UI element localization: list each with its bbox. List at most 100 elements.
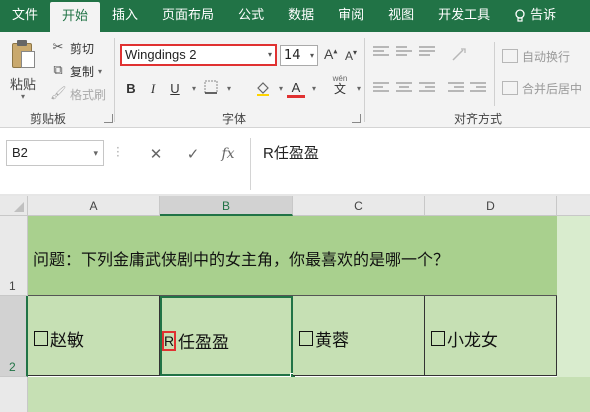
font-launcher-icon[interactable] (352, 114, 361, 123)
merge-center-button[interactable]: 合并后居中 (502, 78, 582, 98)
phonetic-guide-button[interactable]: wén 文 (328, 74, 352, 102)
formula-bar: B2 ▾ · · · ✕ ✓ fx R任盈盈 (0, 128, 590, 196)
chevron-down-icon[interactable]: ▾ (268, 46, 272, 64)
tab-formulas[interactable]: 公式 (226, 0, 276, 32)
format-painter-label: 格式刷 (70, 87, 107, 102)
font-name-value: Wingdings 2 (125, 47, 197, 62)
row-3-cells[interactable] (28, 377, 590, 412)
cell-c2-text: 黄蓉 (315, 331, 349, 351)
column-header-c[interactable]: C (293, 196, 425, 216)
align-top-icon[interactable] (373, 46, 389, 60)
insert-function-icon[interactable]: fx (218, 144, 238, 164)
cancel-icon[interactable]: ✕ (146, 144, 166, 164)
row-header-2[interactable]: 2 (0, 296, 28, 377)
align-middle-icon[interactable] (396, 46, 412, 60)
ribbon-home: 粘贴 ▾ ✂ 剪切 ⧉ 复制 ▾ 🖌 格式刷 剪贴板 Wingdings 2 ▾… (0, 32, 590, 128)
fill-color-button[interactable] (254, 80, 272, 98)
tell-me-label: 告诉 (530, 8, 557, 23)
tab-view[interactable]: 视图 (376, 0, 426, 32)
chevron-down-icon[interactable]: ▾ (4, 93, 42, 101)
column-header-a[interactable]: A (28, 196, 160, 216)
formula-bar-splitter[interactable]: · · · (116, 142, 120, 162)
row-header-1-label: 1 (9, 279, 16, 293)
cell-a1-merged[interactable]: 问题：下列金庸武侠剧中的女主角，你最喜欢的是哪一个？ (28, 216, 557, 296)
decrease-indent-icon[interactable] (448, 82, 464, 96)
cell-c2[interactable]: 黄蓉 (293, 296, 425, 376)
tab-developer[interactable]: 开发工具 (426, 0, 502, 32)
alignment-group-label: 对齐方式 (454, 112, 503, 126)
grow-font-button[interactable]: A▴ (324, 46, 337, 62)
select-all-button[interactable] (0, 196, 28, 216)
font-color-button[interactable]: A (287, 80, 305, 98)
cell-a2-text: 赵敏 (50, 331, 84, 351)
paste-button[interactable]: 粘贴 ▾ (4, 38, 42, 102)
orientation-icon[interactable] (451, 46, 467, 61)
chevron-down-icon[interactable]: ▾ (305, 80, 323, 98)
chevron-down-icon[interactable]: ▾ (220, 80, 238, 98)
row-header-2-label: 2 (9, 360, 16, 374)
name-box[interactable]: B2 ▾ (6, 140, 104, 166)
font-name-combobox[interactable]: Wingdings 2 ▾ (120, 44, 277, 66)
checkbox-empty-icon (431, 331, 445, 346)
tab-review[interactable]: 审阅 (326, 0, 376, 32)
tell-me-box[interactable]: 告诉 (502, 0, 568, 32)
column-header-b[interactable]: B (160, 196, 293, 216)
checkbox-checked-glyph: R (162, 330, 176, 351)
ribbon-tab-bar: 文件 开始 插入 页面布局 公式 数据 审阅 视图 开发工具 告诉 (0, 0, 590, 32)
copy-button[interactable]: ⧉ 复制 ▾ (50, 61, 102, 81)
font-group-label: 字体 (222, 112, 247, 126)
copy-label: 复制 (70, 64, 95, 79)
tab-home[interactable]: 开始 (50, 2, 101, 32)
cut-label: 剪切 (70, 41, 95, 56)
grow-font-label: A (324, 46, 334, 62)
checkbox-empty-icon (299, 331, 313, 346)
column-header-e[interactable] (557, 196, 590, 216)
font-size-combobox[interactable]: 14 ▾ (280, 45, 318, 66)
copy-icon: ⧉ (53, 63, 63, 78)
enter-icon[interactable]: ✓ (183, 144, 203, 164)
column-header-d[interactable]: D (425, 196, 557, 216)
clipboard-group-label: 剪贴板 (30, 112, 67, 126)
wrap-text-button[interactable]: 自动换行 (502, 46, 570, 66)
align-center-icon[interactable] (396, 82, 412, 96)
cut-button[interactable]: ✂ 剪切 (50, 38, 94, 58)
scissors-icon: ✂ (52, 40, 64, 55)
row-header-1[interactable]: 1 (0, 216, 28, 296)
cell-d2[interactable]: 小龙女 (425, 296, 557, 376)
paint-bucket-icon (257, 82, 269, 96)
formula-input[interactable]: R任盈盈 (250, 138, 590, 190)
underline-button[interactable]: U (166, 80, 184, 98)
chevron-down-icon[interactable]: ▾ (350, 80, 368, 98)
chevron-down-icon[interactable]: ▾ (185, 80, 203, 98)
tab-page-layout[interactable]: 页面布局 (150, 0, 226, 32)
phonetic-char: 文 (333, 82, 346, 96)
cell-d2-text: 小龙女 (447, 331, 498, 351)
tab-file[interactable]: 文件 (0, 0, 50, 32)
lightbulb-icon (515, 9, 525, 22)
bold-button[interactable]: B (122, 80, 140, 98)
italic-button[interactable]: I (144, 80, 162, 98)
ribbon-separator (364, 38, 365, 122)
cell-a2[interactable]: 赵敏 (28, 296, 160, 376)
tab-insert[interactable]: 插入 (100, 0, 150, 32)
column-e-cells[interactable] (557, 216, 590, 377)
shrink-font-button[interactable]: A▾ (345, 48, 357, 63)
align-right-icon[interactable] (419, 82, 435, 96)
format-painter-button[interactable]: 🖌 格式刷 (50, 84, 106, 104)
tab-data[interactable]: 数据 (276, 0, 326, 32)
cell-b2-active[interactable]: R 任盈盈 (160, 296, 293, 376)
borders-button[interactable] (202, 80, 220, 98)
paintbrush-icon: 🖌 (50, 86, 67, 101)
increase-indent-icon[interactable] (470, 82, 486, 96)
font-size-value: 14 (284, 48, 301, 63)
row-header-3[interactable] (0, 377, 28, 412)
chevron-down-icon[interactable]: ▾ (310, 46, 314, 65)
borders-icon (204, 80, 218, 94)
chevron-down-icon[interactable]: ▾ (93, 141, 98, 165)
clipboard-launcher-icon[interactable] (104, 114, 113, 123)
question-text: 问题：下列金庸武侠剧中的女主角，你最喜欢的是哪一个？ (33, 250, 450, 269)
merge-center-label: 合并后居中 (522, 81, 583, 96)
chevron-down-icon[interactable]: ▾ (98, 67, 102, 76)
align-left-icon[interactable] (373, 82, 389, 96)
align-bottom-icon[interactable] (419, 46, 435, 60)
